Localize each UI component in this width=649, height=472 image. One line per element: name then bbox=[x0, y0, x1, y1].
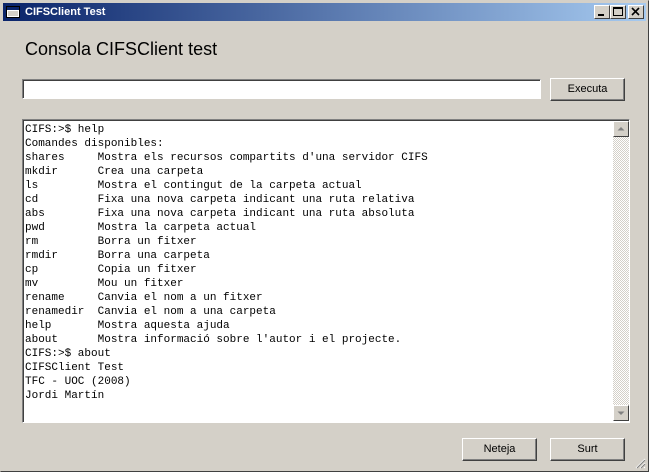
console-line: CIFS:>$ about bbox=[25, 348, 111, 360]
console-line: mv Mou un fitxer bbox=[25, 278, 184, 290]
scroll-up-button[interactable] bbox=[613, 121, 629, 137]
minimize-button[interactable] bbox=[594, 5, 610, 19]
console-line: CIFS:>$ help bbox=[25, 124, 105, 136]
console-line: CIFSClient Test bbox=[25, 362, 125, 374]
execute-button[interactable]: Executa bbox=[550, 78, 625, 101]
exit-button[interactable]: Surt bbox=[550, 438, 625, 461]
console-line: cp Copia un fitxer bbox=[25, 264, 197, 276]
minimize-icon bbox=[598, 14, 604, 16]
console-line: mkdir Crea una carpeta bbox=[25, 166, 204, 178]
console-line: Comandes disponibles: bbox=[25, 138, 164, 150]
console-line: about Mostra informació sobre l'autor i … bbox=[25, 334, 402, 346]
console-line: shares Mostra els recursos compartits d'… bbox=[25, 152, 428, 164]
command-input[interactable] bbox=[22, 79, 541, 99]
console-line: TFC - UOC (2008) bbox=[25, 376, 131, 388]
console-output-text: CIFS:>$ help Comandes disponibles: share… bbox=[25, 123, 611, 403]
console-line: ls Mostra el contingut de la carpeta act… bbox=[25, 180, 362, 192]
console-line: pwd Mostra la carpeta actual bbox=[25, 222, 257, 234]
close-icon bbox=[631, 7, 640, 16]
console-line: abs Fixa una nova carpeta indicant una r… bbox=[25, 208, 415, 220]
page-title: Consola CIFSClient test bbox=[25, 39, 218, 59]
scroll-down-button[interactable] bbox=[613, 405, 629, 421]
console-line: rm Borra un fitxer bbox=[25, 236, 197, 248]
maximize-button[interactable] bbox=[610, 5, 626, 19]
app-window-icon bbox=[6, 5, 20, 19]
resize-grip-icon[interactable] bbox=[634, 457, 646, 469]
console-line: renamedir Canvia el nom a una carpeta bbox=[25, 306, 276, 318]
console-line: rmdir Borra una carpeta bbox=[25, 250, 210, 262]
app-window: CIFSClient Test Consola CIFSClient test … bbox=[0, 0, 649, 472]
console-line: Jordi Martín bbox=[25, 390, 105, 402]
console-output[interactable]: CIFS:>$ help Comandes disponibles: share… bbox=[22, 119, 630, 423]
arrow-up-icon bbox=[617, 127, 625, 131]
title-bar[interactable]: CIFSClient Test bbox=[3, 3, 646, 21]
console-line: help Mostra aquesta ajuda bbox=[25, 320, 230, 332]
maximize-icon bbox=[613, 7, 623, 16]
close-button[interactable] bbox=[628, 5, 644, 19]
arrow-down-icon bbox=[617, 411, 625, 415]
clear-button[interactable]: Neteja bbox=[462, 438, 537, 461]
vertical-scrollbar[interactable] bbox=[613, 121, 629, 421]
console-line: cd Fixa una nova carpeta indicant una ru… bbox=[25, 194, 415, 206]
window-title: CIFSClient Test bbox=[25, 6, 106, 18]
console-line: rename Canvia el nom a un fitxer bbox=[25, 292, 263, 304]
